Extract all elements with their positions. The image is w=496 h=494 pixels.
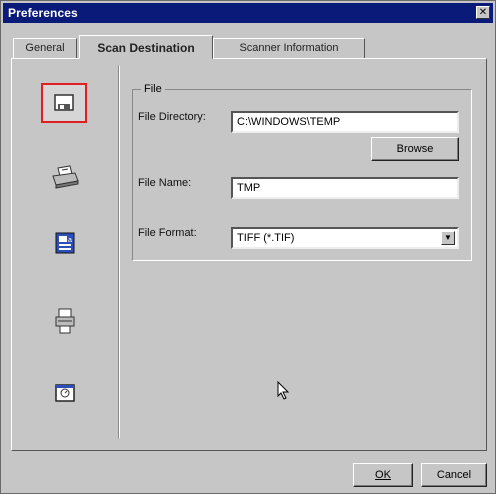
destination-save-to-disk[interactable]	[41, 83, 87, 123]
destination-email[interactable]	[45, 375, 85, 411]
printer-icon	[52, 165, 79, 189]
file-name-input[interactable]: TMP	[231, 177, 459, 199]
ok-button[interactable]: OK	[353, 463, 413, 487]
browse-button[interactable]: Browse	[371, 137, 459, 161]
tab-general-label: General	[25, 42, 65, 54]
tab-scanner-information[interactable]: Scanner Information	[213, 38, 365, 58]
cancel-button-label: Cancel	[436, 469, 472, 481]
tab-scan-destination-label: Scan Destination	[97, 41, 195, 55]
file-directory-input[interactable]: C:\WINDOWS\TEMP	[231, 111, 459, 133]
destination-fax[interactable]	[45, 303, 85, 339]
tab-general[interactable]: General	[13, 38, 77, 58]
fax-icon	[55, 308, 75, 334]
mouse-cursor-icon	[277, 381, 290, 400]
ocr-document-icon: a	[55, 232, 75, 254]
browse-button-label: Browse	[396, 143, 434, 155]
destination-ocr[interactable]: a	[45, 225, 85, 261]
ok-button-label: OK	[375, 469, 391, 481]
cancel-button[interactable]: Cancel	[421, 463, 487, 487]
email-icon	[55, 384, 75, 402]
close-icon: ✕	[478, 7, 488, 18]
svg-text:a: a	[68, 237, 72, 244]
preferences-dialog: Preferences ✕ General Scan Destination S…	[0, 0, 496, 494]
dropdown-arrow-button[interactable]: ▼	[441, 231, 455, 245]
file-directory-label: File Directory:	[138, 111, 206, 123]
file-format-value: TIFF (*.TIF)	[237, 232, 295, 244]
tab-scanner-information-label: Scanner Information	[239, 42, 339, 54]
close-button[interactable]: ✕	[476, 6, 490, 19]
tab-scan-destination[interactable]: Scan Destination	[79, 35, 213, 59]
window-title: Preferences	[8, 6, 78, 20]
file-group-title: File	[141, 83, 165, 95]
file-format-label: File Format:	[138, 227, 197, 239]
save-to-disk-icon	[54, 94, 74, 111]
file-name-label: File Name:	[138, 177, 192, 189]
file-format-select[interactable]: TIFF (*.TIF) ▼	[231, 227, 459, 249]
destination-printer[interactable]	[45, 159, 85, 195]
title-bar[interactable]: Preferences ✕	[3, 3, 493, 23]
icon-column-divider	[118, 66, 119, 438]
chevron-down-icon: ▼	[444, 233, 452, 242]
